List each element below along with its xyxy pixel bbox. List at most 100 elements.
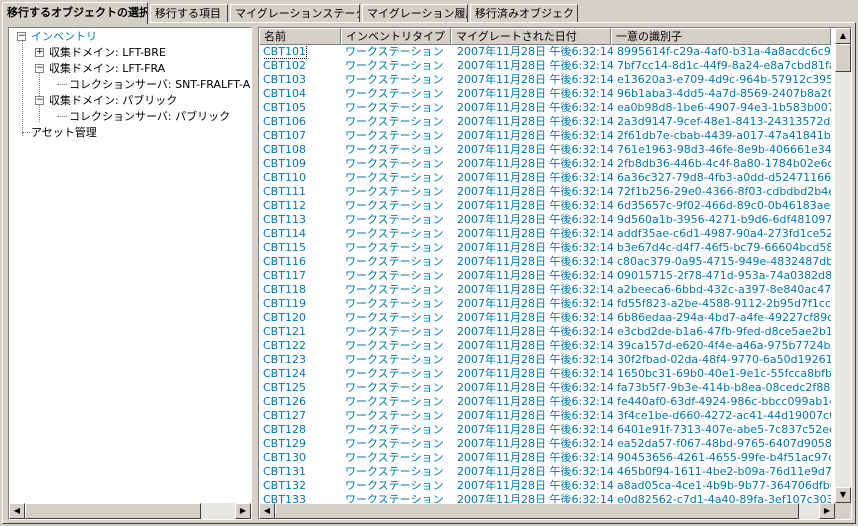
tree-label: アセット管理 (31, 126, 97, 139)
tree-connector (22, 132, 30, 133)
cell-name: CBT110 (263, 171, 341, 185)
cell-unique-id: e13620a3-e709-4d9c-964b-57912c395982 (617, 73, 831, 87)
table-row[interactable]: CBT122 ワークステーション 2007年11月28日 午後6:32:14 39ca… (259, 339, 831, 353)
table-row[interactable]: CBT129 ワークステーション 2007年11月28日 午後6:32:14 ea52… (259, 437, 831, 451)
tab-migration-history[interactable]: マイグレーション履歴 (362, 4, 468, 22)
table-row[interactable]: CBT128 ワークステーション 2007年11月28日 午後6:32:14 6401… (259, 423, 831, 437)
cell-unique-id: 09015715-2f78-471d-953a-74a0382d85f1 (617, 269, 831, 283)
cell-inventory-type-text: ワークステーション (345, 465, 444, 478)
scroll-left-icon[interactable]: ◀ (9, 503, 25, 519)
collapse-icon[interactable]: − (17, 32, 26, 41)
scroll-right-icon[interactable]: ▶ (235, 503, 251, 519)
table-row[interactable]: CBT126 ワークステーション 2007年11月28日 午後6:32:14 fe44… (259, 395, 831, 409)
column-header-name[interactable]: 名前 (259, 28, 341, 45)
table-row[interactable]: CBT110 ワークステーション 2007年11月28日 午後6:32:14 6a36… (259, 171, 831, 185)
column-header-unique-id[interactable]: 一意の識別子 (611, 28, 831, 45)
tab-migration-status[interactable]: マイグレーションステータス (230, 4, 360, 22)
cell-name: CBT118 (263, 283, 341, 297)
table-row[interactable]: CBT112 ワークステーション 2007年11月28日 午後6:32:14 6d35… (259, 199, 831, 213)
tab-migrated-objects[interactable]: 移行済みオブジェクト (470, 4, 578, 22)
cell-inventory-type-text: ワークステーション (345, 129, 444, 142)
tab-items-to-migrate[interactable]: 移行する項目 (150, 4, 228, 22)
table-row[interactable]: CBT118 ワークステーション 2007年11月28日 午後6:32:14 a2be… (259, 283, 831, 297)
cell-unique-id: 9d560a1b-3956-4271-b9d6-6df4810971c7 (617, 213, 831, 227)
cell-migrated-date-text: 2007年11月28日 午後6:32:14 (457, 255, 613, 268)
expand-icon[interactable]: + (35, 48, 44, 57)
table-row[interactable]: CBT105 ワークステーション 2007年11月28日 午後6:32:14 ea0b… (259, 101, 831, 115)
tree-item-collector-public[interactable]: コレクションサーバ: パブリック (69, 108, 230, 125)
cell-inventory-type-text: ワークステーション (345, 199, 444, 212)
table-row[interactable]: CBT127 ワークステーション 2007年11月28日 午後6:32:14 3f4c… (259, 409, 831, 423)
tab-select-objects[interactable]: 移行するオブジェクトの選択 (2, 2, 148, 24)
cell-unique-id-text: b3e67d4c-d4f7-46f5-bc79-66604bcd5825 (617, 241, 831, 254)
cell-inventory-type: ワークステーション (345, 45, 453, 59)
table-row[interactable]: CBT101 ワークステーション 2007年11月28日 午後6:32:14 8995… (259, 45, 831, 59)
cell-name: CBT114 (263, 227, 341, 241)
table-row[interactable]: CBT125 ワークステーション 2007年11月28日 午後6:32:14 fa73… (259, 381, 831, 395)
table-row[interactable]: CBT102 ワークステーション 2007年11月28日 午後6:32:14 7bf7… (259, 59, 831, 73)
cell-unique-id-text: 2f61db7e-cbab-4439-a017-47a41841bf06 (617, 129, 831, 142)
collapse-icon[interactable]: − (35, 64, 44, 73)
cell-inventory-type: ワークステーション (345, 101, 453, 115)
table-row[interactable]: CBT111 ワークステーション 2007年11月28日 午後6:32:14 72f1… (259, 185, 831, 199)
cell-unique-id-text: fa73b5f7-9b3e-414b-b8ea-08cedc2f8868 (617, 381, 831, 394)
table-row[interactable]: CBT113 ワークステーション 2007年11月28日 午後6:32:14 9d56… (259, 213, 831, 227)
table-row[interactable]: CBT106 ワークステーション 2007年11月28日 午後6:32:14 2a3d… (259, 115, 831, 129)
tree-label: コレクションサーバ: SNT-FRALFT-AP (69, 78, 252, 91)
cell-migrated-date-text: 2007年11月28日 午後6:32:14 (457, 45, 613, 58)
cell-unique-id-text: ea0b98d8-1be6-4907-94e3-1b583b007b7c (617, 101, 831, 114)
scroll-left-icon[interactable]: ◀ (259, 503, 275, 519)
table-row[interactable]: CBT103 ワークステーション 2007年11月28日 午後6:32:14 e136… (259, 73, 831, 87)
table-row[interactable]: CBT107 ワークステーション 2007年11月28日 午後6:32:14 2f61… (259, 129, 831, 143)
cell-inventory-type-text: ワークステーション (345, 381, 444, 394)
cell-unique-id: a8ad05ca-4ce1-4b9b-9b77-364706dfb0bb (617, 479, 831, 493)
scroll-down-icon[interactable]: ▼ (835, 487, 851, 503)
cell-inventory-type: ワークステーション (345, 213, 453, 227)
table-row[interactable]: CBT108 ワークステーション 2007年11月28日 午後6:32:14 761e… (259, 143, 831, 157)
table-row[interactable]: CBT104 ワークステーション 2007年11月28日 午後6:32:14 96b1… (259, 87, 831, 101)
cell-inventory-type: ワークステーション (345, 73, 453, 87)
tree-horizontal-scrollbar[interactable]: ◀ ▶ (9, 503, 251, 519)
collapse-icon[interactable]: − (35, 96, 44, 105)
scroll-thumb[interactable] (275, 503, 799, 519)
table-row[interactable]: CBT119 ワークステーション 2007年11月28日 午後6:32:14 fd55… (259, 297, 831, 311)
table-row[interactable]: CBT132 ワークステーション 2007年11月28日 午後6:32:14 a8ad… (259, 479, 831, 493)
cell-migrated-date-text: 2007年11月28日 午後6:32:14 (457, 59, 613, 72)
objects-table[interactable]: 名前 インベントリタイプ マイグレートされた日付 一意の識別子 CBT101 ワー… (258, 27, 852, 520)
cell-inventory-type: ワークステーション (345, 381, 453, 395)
tree-item-asset-mgmt[interactable]: アセット管理 (31, 124, 97, 141)
cell-name-text: CBT112 (263, 199, 306, 212)
table-row[interactable]: CBT123 ワークステーション 2007年11月28日 午後6:32:14 30f2… (259, 353, 831, 367)
cell-unique-id: 3f4ce1be-d660-4272-ac41-44d19007c02e (617, 409, 831, 423)
table-row[interactable]: CBT120 ワークステーション 2007年11月28日 午後6:32:14 6b86… (259, 311, 831, 325)
table-vertical-scrollbar[interactable]: ▲ ▼ (835, 28, 851, 503)
table-row[interactable]: CBT116 ワークステーション 2007年11月28日 午後6:32:14 c80a… (259, 255, 831, 269)
table-row[interactable]: CBT131 ワークステーション 2007年11月28日 午後6:32:14 465b… (259, 465, 831, 479)
table-row[interactable]: CBT117 ワークステーション 2007年11月28日 午後6:32:14 0901… (259, 269, 831, 283)
table-horizontal-scrollbar[interactable]: ◀ ▶ (259, 503, 835, 519)
tree-item-collector-snt[interactable]: コレクションサーバ: SNT-FRALFT-AP (69, 76, 252, 93)
table-row[interactable]: CBT109 ワークステーション 2007年11月28日 午後6:32:14 2fb8… (259, 157, 831, 171)
cell-inventory-type: ワークステーション (345, 325, 453, 339)
scroll-right-icon[interactable]: ▶ (819, 503, 835, 519)
table-row[interactable]: CBT114 ワークステーション 2007年11月28日 午後6:32:14 addf… (259, 227, 831, 241)
table-row[interactable]: CBT130 ワークステーション 2007年11月28日 午後6:32:14 9045… (259, 451, 831, 465)
cell-inventory-type-text: ワークステーション (345, 311, 444, 324)
cell-migrated-date-text: 2007年11月28日 午後6:32:14 (457, 73, 613, 86)
cell-unique-id: 90453656-4261-4655-99fe-b4f51ac97c1e (617, 451, 831, 465)
table-row[interactable]: CBT124 ワークステーション 2007年11月28日 午後6:32:14 1650… (259, 367, 831, 381)
cell-unique-id: fe440af0-63df-4924-986c-bbcc099ab14f (617, 395, 831, 409)
cell-migrated-date: 2007年11月28日 午後6:32:14 (457, 115, 613, 129)
cell-inventory-type: ワークステーション (345, 87, 453, 101)
inventory-tree[interactable]: − インベントリ + 収集ドメイン: LFT-BRE − 収集ドメイン: LFT… (8, 27, 252, 520)
cell-inventory-type: ワークステーション (345, 451, 453, 465)
scroll-thumb[interactable] (835, 44, 851, 72)
scroll-thumb[interactable] (25, 503, 201, 519)
cell-migrated-date-text: 2007年11月28日 午後6:32:14 (457, 171, 613, 184)
table-row[interactable]: CBT121 ワークステーション 2007年11月28日 午後6:32:14 e3cb… (259, 325, 831, 339)
column-header-migrated-date[interactable]: マイグレートされた日付 (451, 28, 611, 45)
table-row[interactable]: CBT115 ワークステーション 2007年11月28日 午後6:32:14 b3e6… (259, 241, 831, 255)
column-header-inventory-type[interactable]: インベントリタイプ (341, 28, 451, 45)
scroll-up-icon[interactable]: ▲ (835, 28, 851, 44)
cell-unique-id-text: 6b86edaa-294a-4bd7-a4fe-49227cf89d4c (617, 311, 831, 324)
